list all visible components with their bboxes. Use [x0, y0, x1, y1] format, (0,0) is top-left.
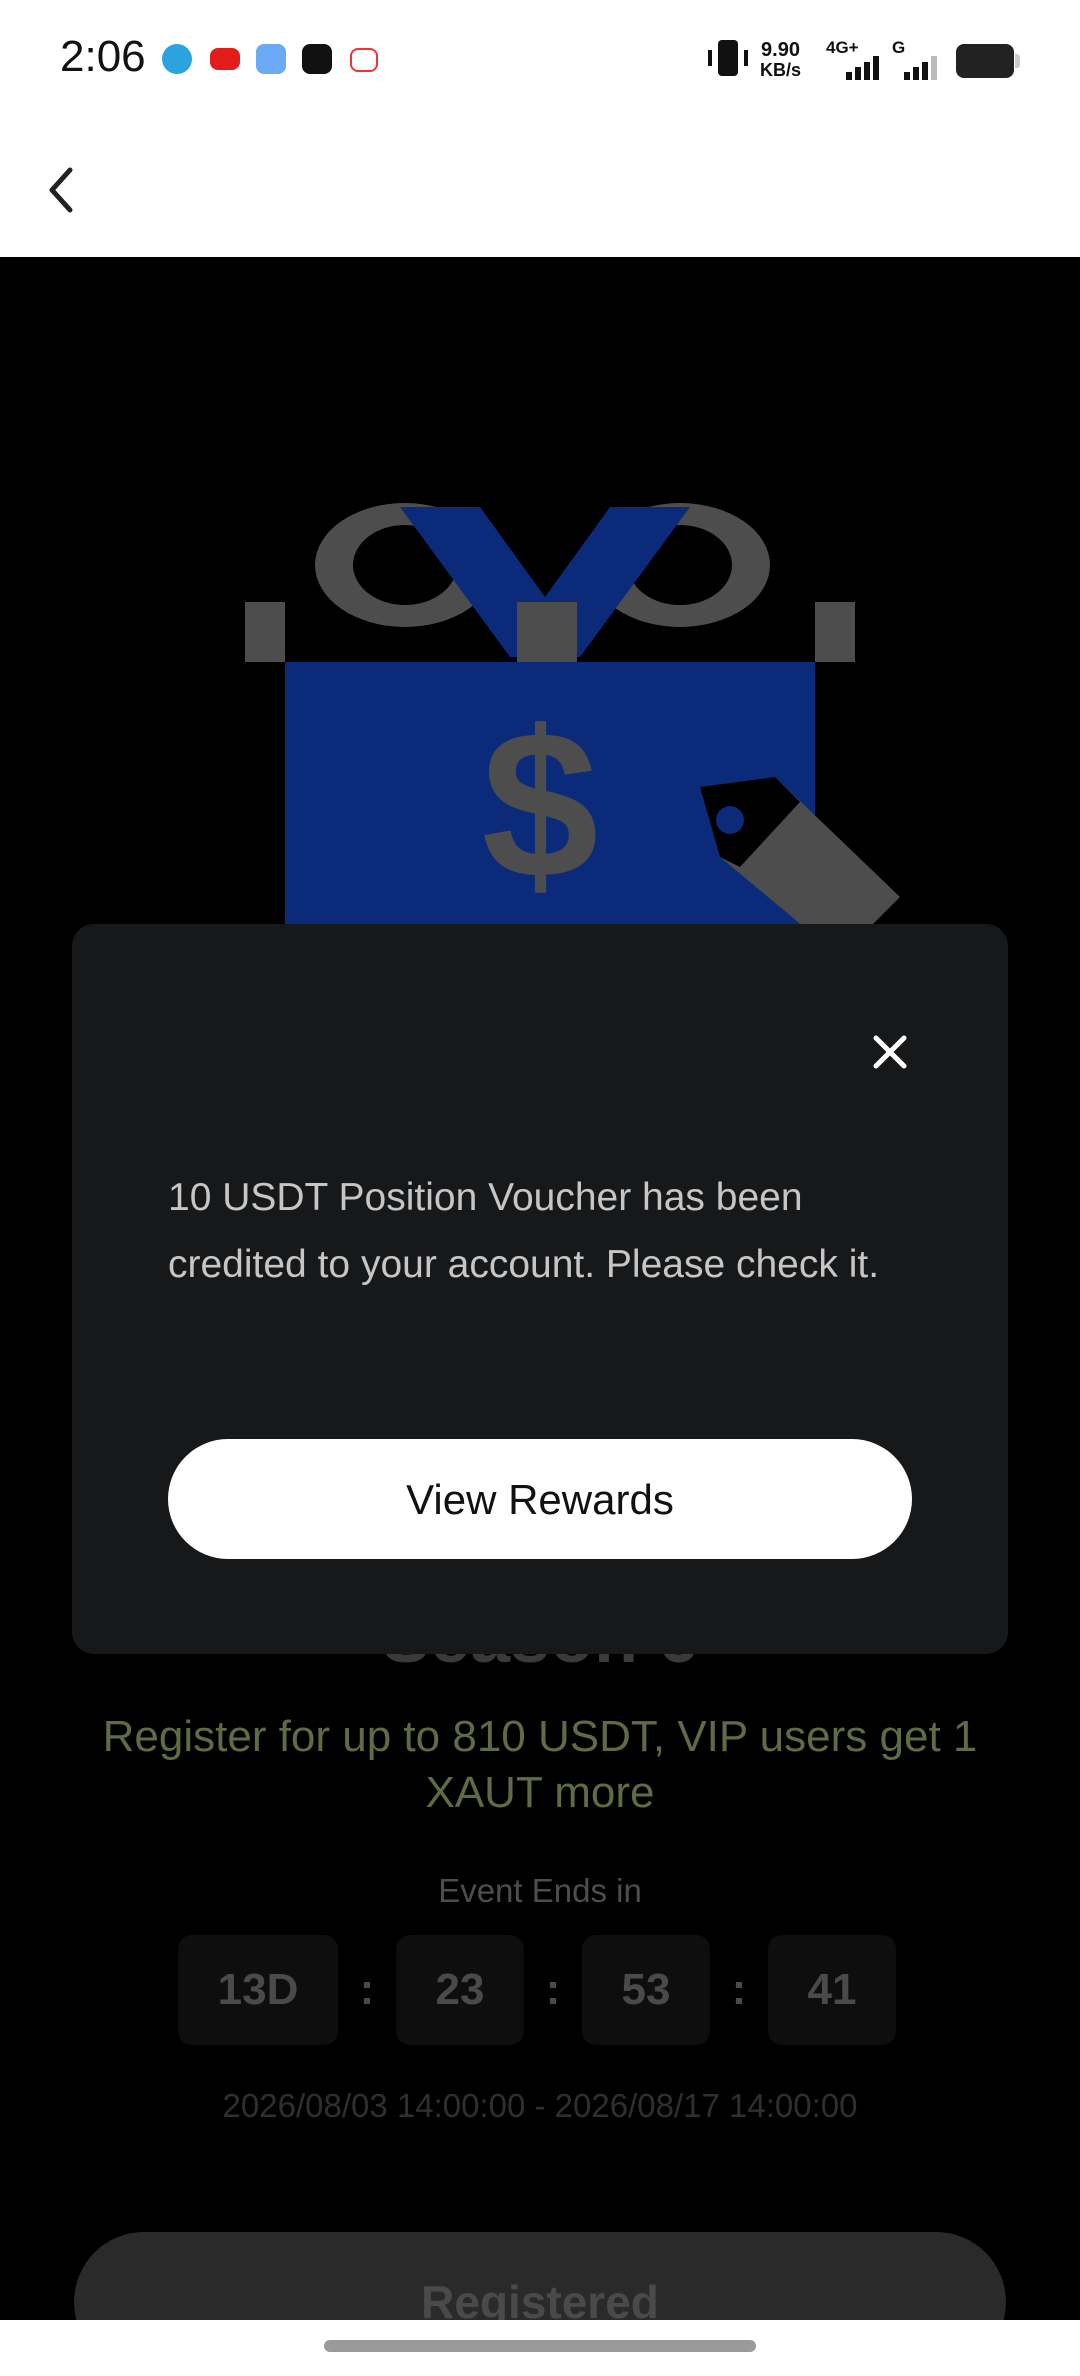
chevron-left-icon[interactable] [40, 160, 90, 220]
event-subtitle: Register for up to 810 USDT, VIP users g… [102, 1712, 978, 1817]
svg-text:$: $ [482, 687, 599, 922]
event-date-range: 2026/08/03 14:00:00 - 2026/08/17 14:00:0… [222, 2087, 858, 2124]
close-icon[interactable] [862, 1024, 918, 1080]
gift-voucher-illustration: $ [240, 457, 940, 962]
countdown-separator: : [545, 1965, 561, 2014]
countdown-days: 13D [178, 1935, 338, 2045]
okx-icon [302, 44, 332, 74]
net-speed-unit: KB/s [760, 60, 802, 80]
battery-icon [956, 44, 1020, 78]
countdown-separator: : [731, 1965, 747, 2014]
countdown-hours: 23 [396, 1935, 524, 2045]
youtube-icon [210, 48, 240, 70]
gmail-icon [350, 48, 378, 72]
network-type-2: G [892, 38, 906, 57]
telegram-icon [162, 44, 192, 74]
status-time: 2:06 [60, 32, 146, 81]
countdown-separator: : [359, 1965, 375, 2014]
countdown-minutes: 53 [582, 1935, 710, 2045]
registered-button[interactable]: Registered [74, 2232, 1006, 2320]
countdown-seconds: 41 [768, 1935, 896, 2045]
files-icon [256, 44, 286, 74]
home-handle[interactable] [324, 2340, 756, 2352]
dialog-message: 10 USDT Position Voucher has been credit… [168, 1176, 880, 1286]
signal-2-icon [904, 56, 937, 80]
event-ends-label: Event Ends in [438, 1872, 642, 1909]
voucher-dialog: 10 USDT Position Voucher has been credit… [72, 924, 1008, 1654]
gesture-nav-bar [0, 2320, 1080, 2376]
vibrate-icon [706, 38, 750, 83]
net-speed: 9.90 KB/s [760, 40, 801, 80]
view-rewards-button[interactable]: View Rewards [168, 1439, 912, 1559]
signal-icon [846, 56, 879, 80]
network-type: 4G+ [826, 38, 859, 57]
net-speed-value: 9.90 [761, 39, 800, 61]
app-header [0, 120, 1080, 257]
status-bar: 2:06 9.90 KB/s 4G+ G [0, 0, 1080, 120]
countdown-timer: 13D : 23 : 53 : 41 [178, 1935, 896, 2045]
